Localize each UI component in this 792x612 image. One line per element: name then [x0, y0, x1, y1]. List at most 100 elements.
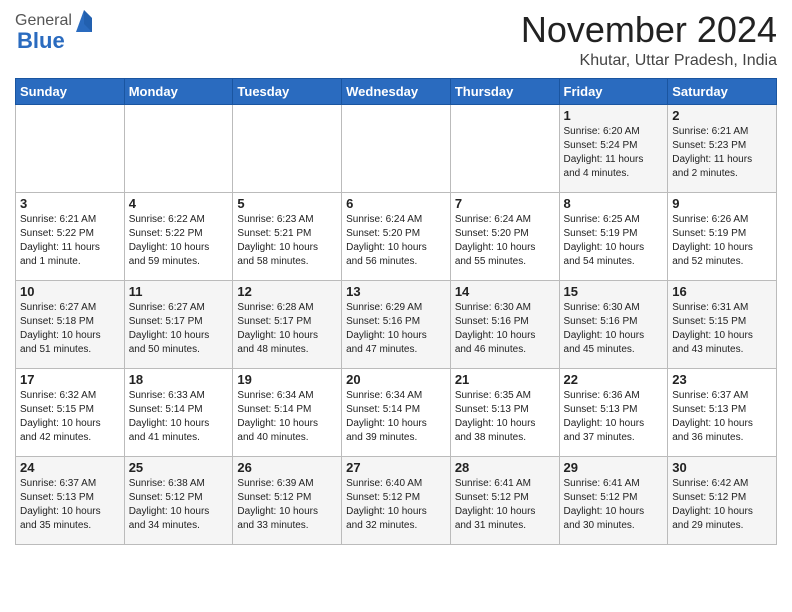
day-number: 26	[237, 460, 337, 475]
calendar-cell: 15Sunrise: 6:30 AM Sunset: 5:16 PM Dayli…	[559, 280, 668, 368]
day-number: 16	[672, 284, 772, 299]
calendar-cell: 14 Sunrise: 6:30 AM Sunset: 5:16 PM Dayli…	[450, 280, 559, 368]
calendar-week-row: 17 Sunrise: 6:32 AM Sunset: 5:15 PM Dayli…	[16, 368, 777, 456]
cell-info: Sunrise: 6:36 AM Sunset: 5:13 PM Dayligh…	[564, 389, 664, 445]
cell-info: Sunrise: 6:37 AM Sunset: 5:13 PM Dayligh…	[20, 477, 120, 533]
calendar-cell	[124, 104, 233, 192]
day-number: 14	[455, 284, 555, 299]
cell-info: Sunrise: 6:27 AM Sunset: 5:17 PM Dayligh…	[129, 301, 229, 357]
calendar-cell	[342, 104, 451, 192]
calendar-cell: 17 Sunrise: 6:32 AM Sunset: 5:15 PM Dayli…	[16, 368, 125, 456]
day-header-wednesday: Wednesday	[342, 78, 451, 104]
day-number: 6	[346, 196, 446, 211]
day-number: 29	[564, 460, 664, 475]
calendar-cell: 29Sunrise: 6:41 AM Sunset: 5:12 PM Dayli…	[559, 456, 668, 544]
cell-info: Sunrise: 6:42 AM Sunset: 5:12 PM Dayligh…	[672, 477, 772, 533]
cell-info: Sunrise: 6:32 AM Sunset: 5:15 PM Dayligh…	[20, 389, 120, 445]
cell-info: Sunrise: 6:20 AM Sunset: 5:24 PM Dayligh…	[564, 125, 664, 181]
calendar-cell: 23 Sunrise: 6:37 AM Sunset: 5:13 PM Dayli…	[668, 368, 777, 456]
calendar-cell: 4 Sunrise: 6:22 AM Sunset: 5:22 PM Daylig…	[124, 192, 233, 280]
day-number: 8	[564, 196, 664, 211]
logo-blue-text: Blue	[17, 28, 65, 54]
calendar-cell: 1 Sunrise: 6:20 AM Sunset: 5:24 PM Daylig…	[559, 104, 668, 192]
day-number: 23	[672, 372, 772, 387]
day-number: 21	[455, 372, 555, 387]
day-number: 12	[237, 284, 337, 299]
calendar-header-row: SundayMondayTuesdayWednesdayThursdayFrid…	[16, 78, 777, 104]
calendar-cell: 13Sunrise: 6:29 AM Sunset: 5:16 PM Dayli…	[342, 280, 451, 368]
calendar-cell: 7Sunrise: 6:24 AM Sunset: 5:20 PM Daylig…	[450, 192, 559, 280]
day-number: 28	[455, 460, 555, 475]
calendar-week-row: 10 Sunrise: 6:27 AM Sunset: 5:18 PM Dayli…	[16, 280, 777, 368]
header: General Blue November 2024 Khutar, Uttar…	[15, 10, 777, 70]
cell-info: Sunrise: 6:34 AM Sunset: 5:14 PM Dayligh…	[237, 389, 337, 445]
calendar-cell: 11Sunrise: 6:27 AM Sunset: 5:17 PM Dayli…	[124, 280, 233, 368]
calendar-cell: 28Sunrise: 6:41 AM Sunset: 5:12 PM Dayli…	[450, 456, 559, 544]
cell-info: Sunrise: 6:29 AM Sunset: 5:16 PM Dayligh…	[346, 301, 446, 357]
calendar-cell	[450, 104, 559, 192]
calendar-cell: 18 Sunrise: 6:33 AM Sunset: 5:14 PM Dayli…	[124, 368, 233, 456]
day-number: 2	[672, 108, 772, 123]
cell-info: Sunrise: 6:30 AM Sunset: 5:16 PM Dayligh…	[455, 301, 555, 357]
calendar-cell: 5Sunrise: 6:23 AM Sunset: 5:21 PM Daylig…	[233, 192, 342, 280]
calendar-table: SundayMondayTuesdayWednesdayThursdayFrid…	[15, 78, 777, 545]
cell-info: Sunrise: 6:37 AM Sunset: 5:13 PM Dayligh…	[672, 389, 772, 445]
logo-icon	[74, 10, 94, 32]
day-header-saturday: Saturday	[668, 78, 777, 104]
day-number: 24	[20, 460, 120, 475]
day-number: 1	[564, 108, 664, 123]
cell-info: Sunrise: 6:27 AM Sunset: 5:18 PM Dayligh…	[20, 301, 120, 357]
calendar-cell: 10 Sunrise: 6:27 AM Sunset: 5:18 PM Dayli…	[16, 280, 125, 368]
calendar-cell: 19 Sunrise: 6:34 AM Sunset: 5:14 PM Dayli…	[233, 368, 342, 456]
page: General Blue November 2024 Khutar, Uttar…	[0, 0, 792, 560]
day-number: 9	[672, 196, 772, 211]
cell-info: Sunrise: 6:21 AM Sunset: 5:22 PM Dayligh…	[20, 213, 120, 269]
day-number: 18	[129, 372, 229, 387]
calendar-cell: 30Sunrise: 6:42 AM Sunset: 5:12 PM Dayli…	[668, 456, 777, 544]
calendar-cell: 12Sunrise: 6:28 AM Sunset: 5:17 PM Dayli…	[233, 280, 342, 368]
day-number: 4	[129, 196, 229, 211]
day-number: 22	[564, 372, 664, 387]
cell-info: Sunrise: 6:22 AM Sunset: 5:22 PM Dayligh…	[129, 213, 229, 269]
calendar-cell: 26Sunrise: 6:39 AM Sunset: 5:12 PM Dayli…	[233, 456, 342, 544]
day-number: 3	[20, 196, 120, 211]
cell-info: Sunrise: 6:23 AM Sunset: 5:21 PM Dayligh…	[237, 213, 337, 269]
calendar-week-row: 3 Sunrise: 6:21 AM Sunset: 5:22 PM Daylig…	[16, 192, 777, 280]
day-number: 17	[20, 372, 120, 387]
cell-info: Sunrise: 6:26 AM Sunset: 5:19 PM Dayligh…	[672, 213, 772, 269]
day-number: 15	[564, 284, 664, 299]
calendar-cell: 9 Sunrise: 6:26 AM Sunset: 5:19 PM Daylig…	[668, 192, 777, 280]
calendar-cell: 24 Sunrise: 6:37 AM Sunset: 5:13 PM Dayli…	[16, 456, 125, 544]
calendar-cell	[16, 104, 125, 192]
day-number: 10	[20, 284, 120, 299]
logo: General Blue	[15, 10, 94, 54]
calendar-cell: 2 Sunrise: 6:21 AM Sunset: 5:23 PM Daylig…	[668, 104, 777, 192]
calendar-cell: 25Sunrise: 6:38 AM Sunset: 5:12 PM Dayli…	[124, 456, 233, 544]
calendar-cell: 21Sunrise: 6:35 AM Sunset: 5:13 PM Dayli…	[450, 368, 559, 456]
day-header-friday: Friday	[559, 78, 668, 104]
day-header-tuesday: Tuesday	[233, 78, 342, 104]
title-block: November 2024 Khutar, Uttar Pradesh, Ind…	[521, 10, 777, 70]
day-header-sunday: Sunday	[16, 78, 125, 104]
cell-info: Sunrise: 6:31 AM Sunset: 5:15 PM Dayligh…	[672, 301, 772, 357]
location-title: Khutar, Uttar Pradesh, India	[521, 52, 777, 70]
cell-info: Sunrise: 6:24 AM Sunset: 5:20 PM Dayligh…	[346, 213, 446, 269]
cell-info: Sunrise: 6:38 AM Sunset: 5:12 PM Dayligh…	[129, 477, 229, 533]
month-title: November 2024	[521, 10, 777, 50]
cell-info: Sunrise: 6:33 AM Sunset: 5:14 PM Dayligh…	[129, 389, 229, 445]
calendar-cell: 3 Sunrise: 6:21 AM Sunset: 5:22 PM Daylig…	[16, 192, 125, 280]
calendar-cell: 8 Sunrise: 6:25 AM Sunset: 5:19 PM Daylig…	[559, 192, 668, 280]
calendar-week-row: 24 Sunrise: 6:37 AM Sunset: 5:13 PM Dayli…	[16, 456, 777, 544]
calendar-week-row: 1 Sunrise: 6:20 AM Sunset: 5:24 PM Daylig…	[16, 104, 777, 192]
cell-info: Sunrise: 6:25 AM Sunset: 5:19 PM Dayligh…	[564, 213, 664, 269]
cell-info: Sunrise: 6:40 AM Sunset: 5:12 PM Dayligh…	[346, 477, 446, 533]
calendar-cell: 22 Sunrise: 6:36 AM Sunset: 5:13 PM Dayli…	[559, 368, 668, 456]
day-header-thursday: Thursday	[450, 78, 559, 104]
day-number: 19	[237, 372, 337, 387]
calendar-cell: 20Sunrise: 6:34 AM Sunset: 5:14 PM Dayli…	[342, 368, 451, 456]
day-number: 20	[346, 372, 446, 387]
calendar-cell	[233, 104, 342, 192]
calendar-cell: 6 Sunrise: 6:24 AM Sunset: 5:20 PM Daylig…	[342, 192, 451, 280]
cell-info: Sunrise: 6:21 AM Sunset: 5:23 PM Dayligh…	[672, 125, 772, 181]
day-header-monday: Monday	[124, 78, 233, 104]
